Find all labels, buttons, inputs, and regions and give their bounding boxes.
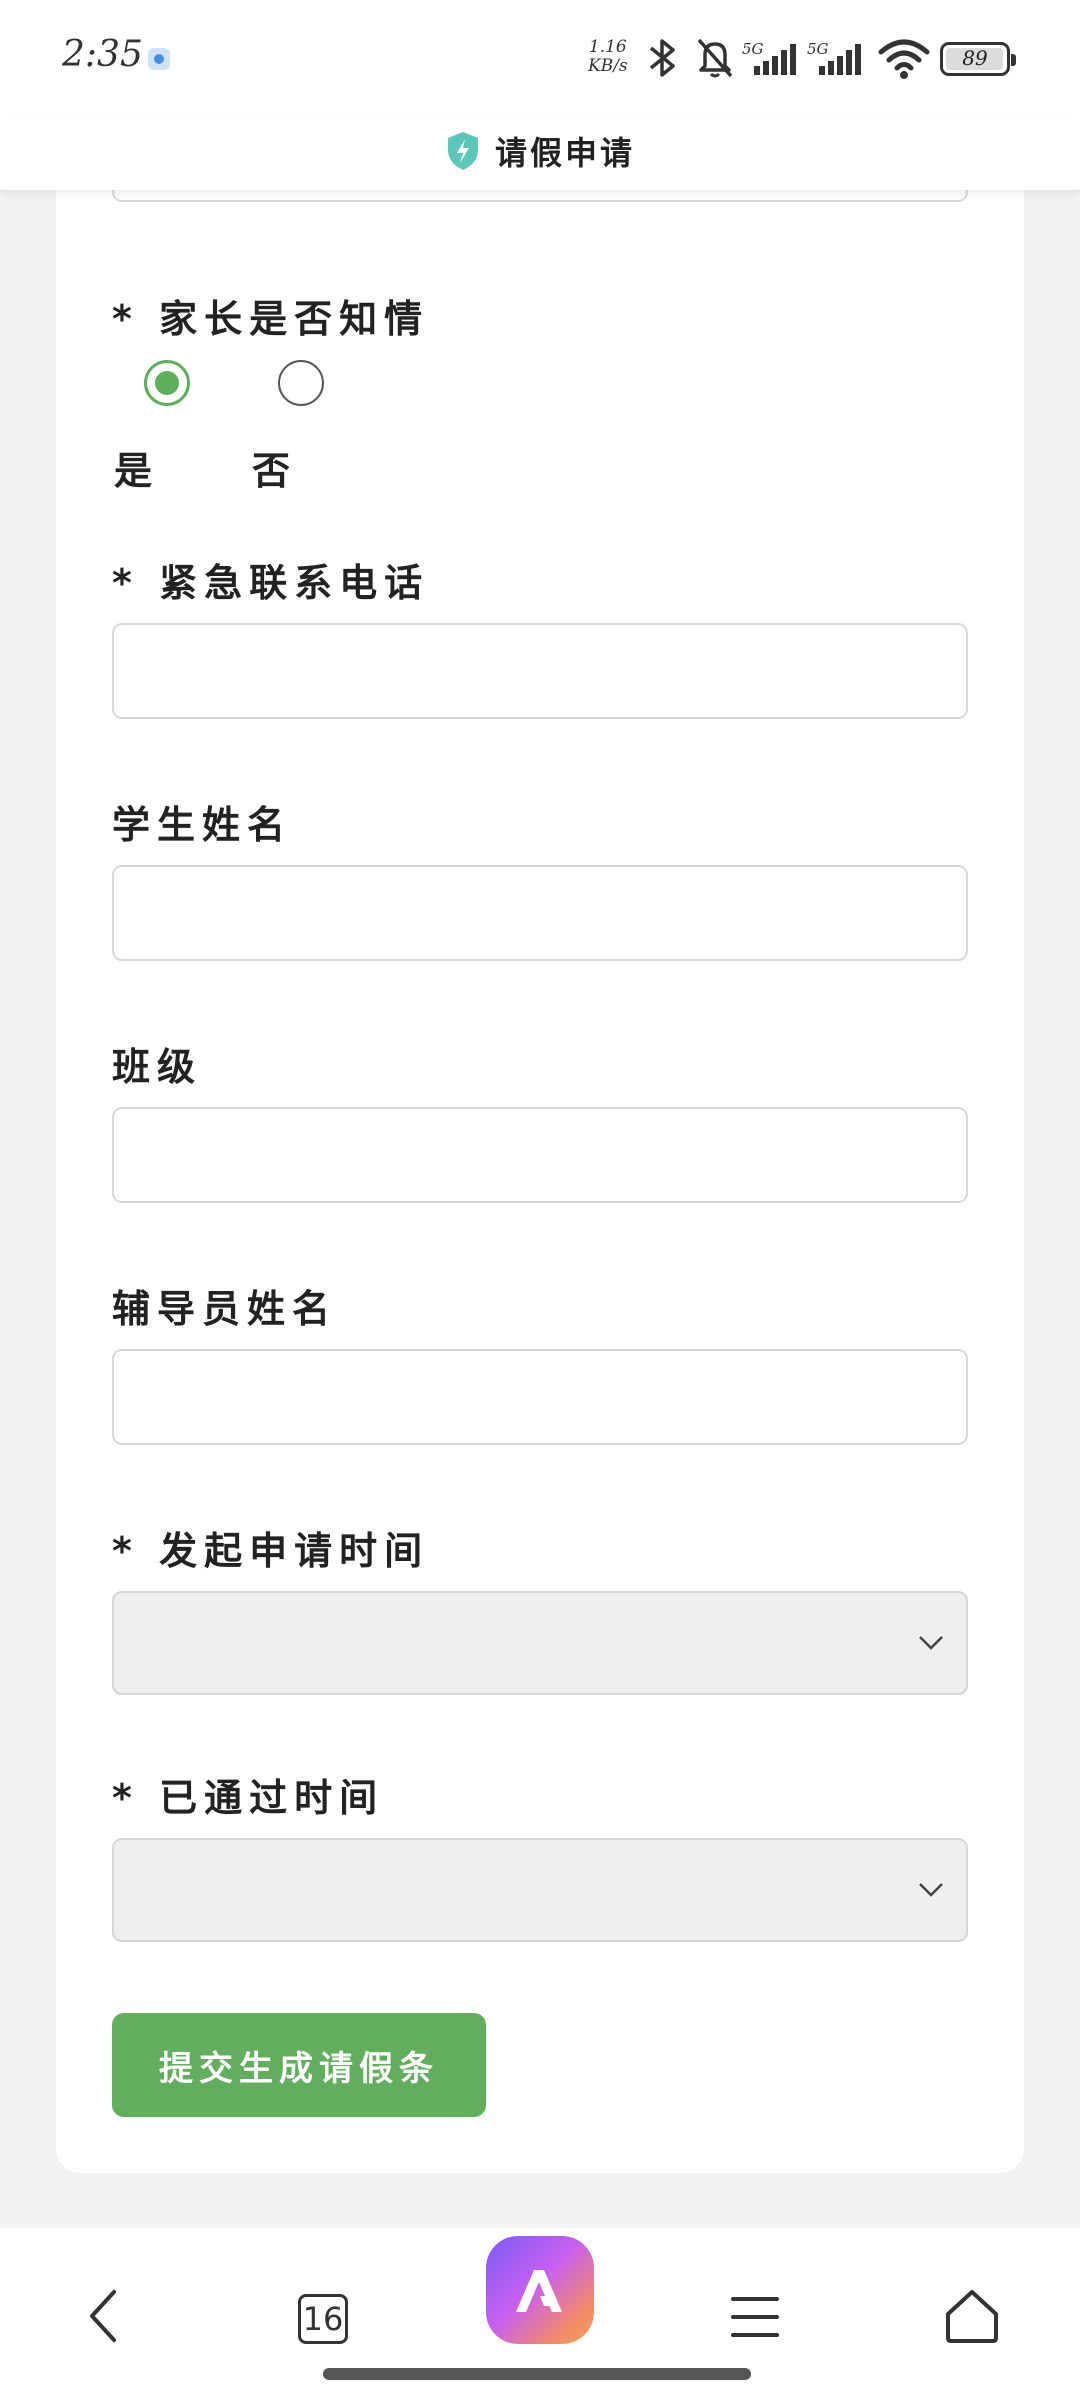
network-speed: 1.16 KB/s — [588, 38, 628, 76]
title-bar: 请假申请 — [0, 120, 1080, 190]
home-icon[interactable] — [944, 2288, 1000, 2344]
radio-yes[interactable] — [144, 360, 190, 406]
bluetooth-icon — [649, 39, 675, 77]
radio-no[interactable] — [278, 360, 324, 406]
class-input[interactable] — [112, 1107, 968, 1203]
signal-icon-1 — [754, 44, 796, 75]
app-logo-icon — [516, 2270, 562, 2312]
student-name-label: 学生姓名 — [112, 803, 293, 847]
battery-icon: 89 — [940, 42, 1016, 76]
submit-button[interactable]: 提交生成请假条 — [112, 2013, 486, 2117]
apply-time-label: * 发起申请时间 — [112, 1529, 430, 1573]
mute-bell-icon — [697, 38, 733, 78]
counselor-name-label: 辅导员姓名 — [112, 1287, 338, 1331]
radio-no-label: 否 — [252, 449, 291, 493]
signal-icon-2 — [819, 44, 861, 75]
apply-time-select[interactable] — [112, 1591, 968, 1695]
title-wrap: 请假申请 — [0, 128, 1080, 174]
network-speed-value: 1.16 — [588, 37, 627, 57]
menu-icon[interactable] — [730, 2294, 780, 2340]
back-icon[interactable] — [84, 2286, 124, 2346]
emergency-phone-input[interactable] — [112, 623, 968, 719]
chevron-down-icon — [919, 1636, 943, 1650]
emergency-phone-label: * 紧急联系电话 — [112, 561, 430, 605]
passed-time-select[interactable] — [112, 1838, 968, 1942]
wifi-icon — [878, 39, 930, 79]
parent-informed-label: * 家长是否知情 — [112, 297, 430, 341]
status-bar: 2:35 1.16 KB/s 5G 5G 89 — [0, 0, 1080, 120]
network-speed-unit: KB/s — [588, 56, 628, 76]
student-name-input[interactable] — [112, 865, 968, 961]
form-card: * 家长是否知情 是 否 * 紧急联系电话 学生姓名 班级 辅导员姓名 * 发起… — [56, 160, 1024, 2173]
notification-dot-icon — [148, 48, 170, 70]
app-launcher-button[interactable] — [486, 2236, 594, 2344]
battery-percent: 89 — [962, 46, 988, 70]
page-title: 请假申请 — [494, 134, 635, 172]
radio-yes-label: 是 — [114, 449, 153, 493]
home-indicator[interactable] — [323, 2368, 751, 2380]
chevron-down-icon — [919, 1883, 943, 1897]
class-label: 班级 — [112, 1045, 203, 1089]
counselor-name-input[interactable] — [112, 1349, 968, 1445]
tabs-button[interactable]: 16 — [298, 2294, 348, 2344]
passed-time-label: * 已通过时间 — [112, 1776, 385, 1820]
shield-bolt-icon — [447, 132, 478, 170]
status-time: 2:35 — [62, 34, 143, 75]
